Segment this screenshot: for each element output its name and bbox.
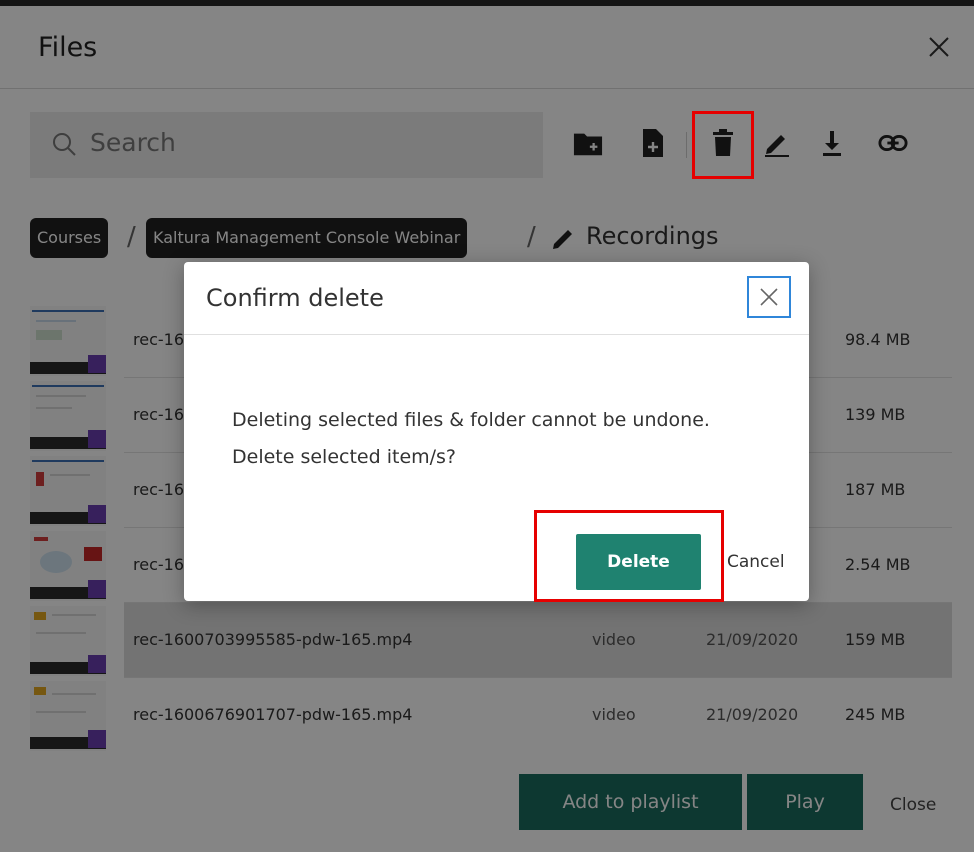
delete-highlight-box [534, 510, 724, 602]
modal-title: Confirm delete [206, 284, 384, 312]
cancel-button[interactable]: Cancel [727, 552, 785, 572]
modal-close-icon[interactable] [747, 276, 791, 318]
trash-highlight-box [692, 111, 754, 179]
modal-message: Deleting selected files & folder cannot … [232, 409, 710, 431]
modal-divider [184, 334, 809, 335]
modal-question: Delete selected item/s? [232, 446, 457, 468]
